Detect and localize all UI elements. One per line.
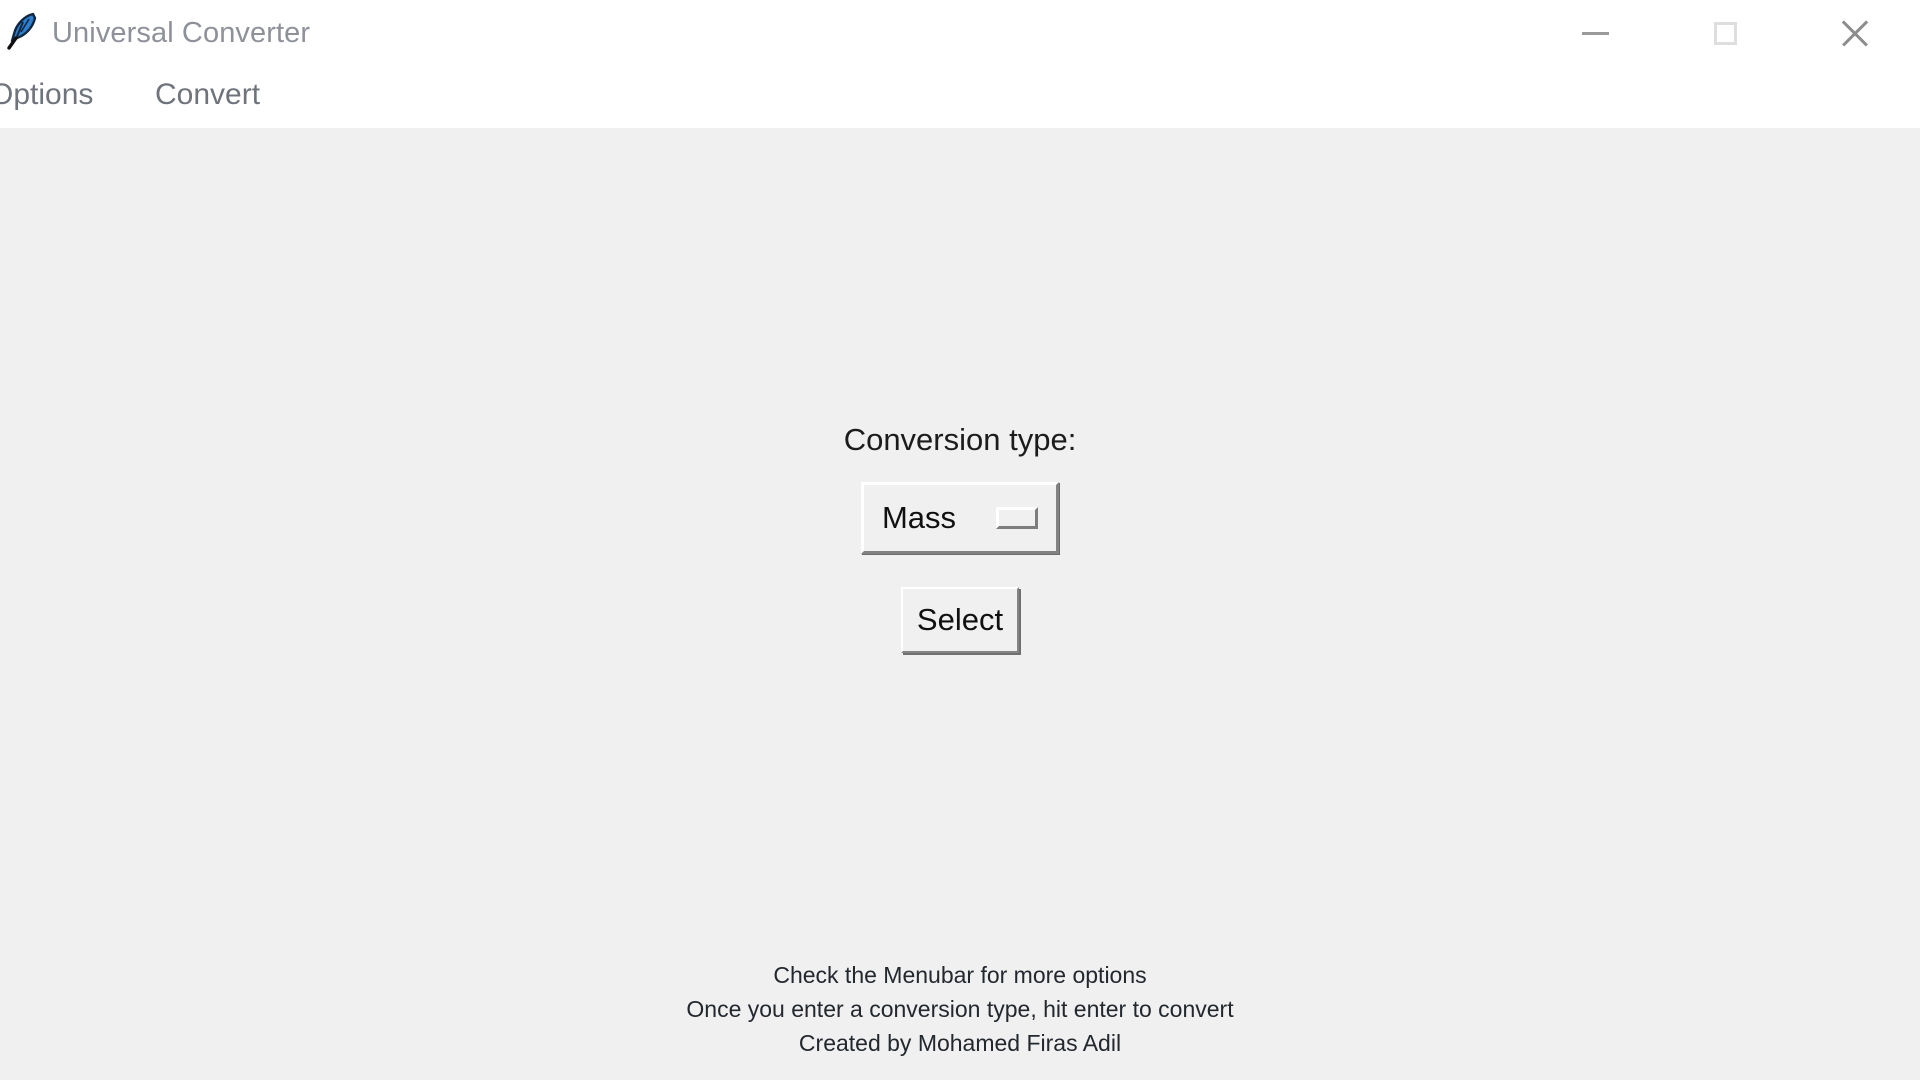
note-line-enter: Once you enter a conversion type, hit en…: [686, 996, 1234, 1022]
conversion-panel: Conversion type: Mass Select: [0, 420, 1920, 653]
close-icon: [1840, 18, 1870, 48]
footer-notes: Check the Menubar for more options Once …: [0, 958, 1920, 1060]
close-button[interactable]: [1790, 0, 1920, 66]
conversion-type-value: Mass: [881, 500, 957, 535]
menu-item-convert[interactable]: Convert: [155, 66, 260, 128]
title-bar: Universal Converter: [0, 0, 1920, 66]
feather-icon: [7, 12, 37, 50]
conversion-type-dropdown[interactable]: Mass: [860, 482, 1060, 554]
maximize-button[interactable]: [1660, 0, 1790, 66]
conversion-type-label: Conversion type:: [843, 422, 1077, 457]
option-menu-indicator-icon: [996, 507, 1039, 529]
note-line-credit: Created by Mohamed Firas Adil: [798, 1030, 1122, 1056]
menu-item-options[interactable]: Options: [0, 66, 93, 128]
note-line-menubar: Check the Menubar for more options: [773, 962, 1147, 988]
minimize-icon: [1581, 31, 1609, 35]
window-controls: [1530, 0, 1920, 66]
application-window: Universal Converter Options Convert Conv…: [0, 0, 1920, 1080]
menu-bar: Options Convert: [0, 66, 1920, 128]
minimize-button[interactable]: [1530, 0, 1660, 66]
select-button[interactable]: Select: [900, 587, 1020, 653]
window-title: Universal Converter: [52, 17, 311, 49]
maximize-icon: [1713, 21, 1737, 45]
content-area: Conversion type: Mass Select Check the M…: [0, 128, 1920, 1080]
